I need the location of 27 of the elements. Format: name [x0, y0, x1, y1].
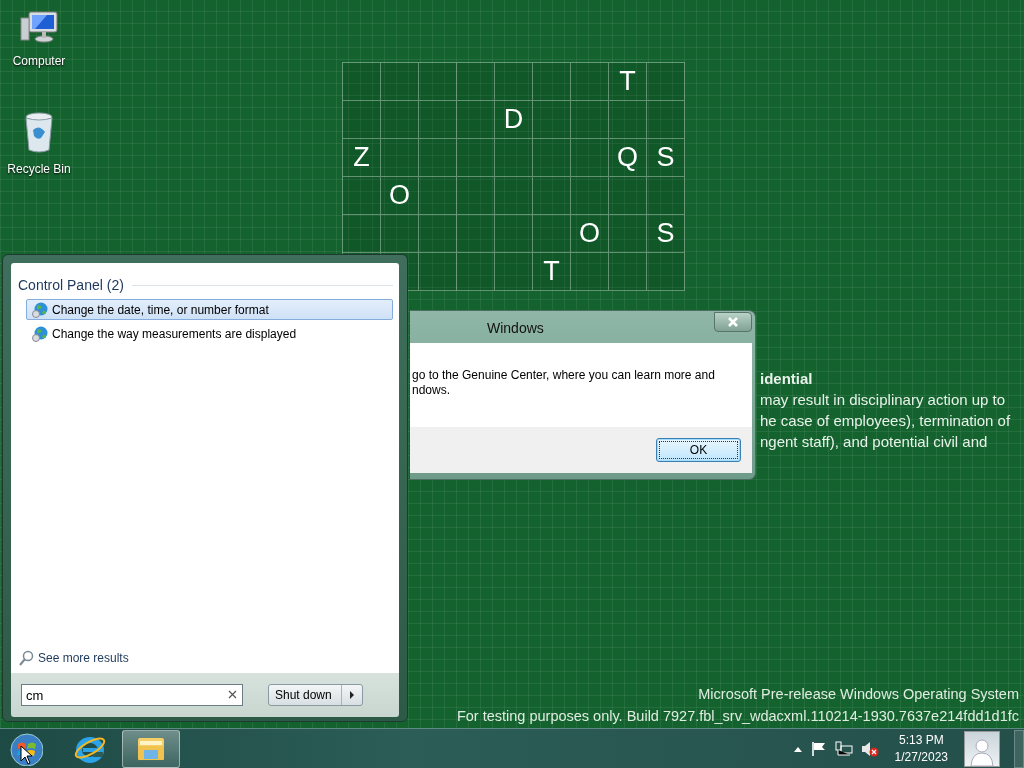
search-field[interactable]: cm — [21, 684, 243, 706]
notice-text: he case of employees), termination of — [760, 411, 1011, 431]
letter-tile: O — [381, 177, 419, 215]
ok-button[interactable]: OK — [656, 438, 741, 462]
watermark-text: Microsoft Pre-release Windows Operating System — [697, 685, 1019, 704]
search-result[interactable]: Change the way measurements are displayed — [26, 323, 393, 344]
icon-label[interactable]: Computer — [12, 52, 66, 70]
letter-tile: Z — [343, 139, 381, 177]
icon-label[interactable]: Recycle Bin — [7, 160, 71, 178]
letter-tile: S — [647, 139, 685, 177]
message-text: ndows. — [412, 382, 452, 397]
letter-tile: T — [533, 253, 571, 291]
watermark-text: For testing purposes only. Build 7927.fbl_srv_wdacxml.110214-1930.7637e214fdd1d1fc — [456, 707, 1019, 726]
letter-tile: S — [647, 215, 685, 253]
see-more-link[interactable]: See more results — [38, 649, 129, 667]
notice-text: ngent staff), and potential civil and — [760, 432, 989, 452]
clock[interactable]: 5:13 PM 1/27/2023 — [886, 731, 956, 766]
letter-tile: D — [495, 101, 533, 139]
letter-tile: T — [609, 63, 647, 101]
search-result[interactable]: Change the date, time, or number format — [26, 299, 393, 320]
message-text: go to the Genuine Center, where you can learn more and — [412, 368, 716, 383]
group-heading: Control Panel (2) — [18, 276, 124, 295]
window-title: Windows — [487, 319, 544, 338]
notice-title: idential — [760, 369, 814, 389]
notice-text: may result in disciplinary action up to — [760, 390, 1007, 410]
letter-tile: O — [571, 215, 609, 253]
letter-tile: Q — [609, 139, 647, 177]
